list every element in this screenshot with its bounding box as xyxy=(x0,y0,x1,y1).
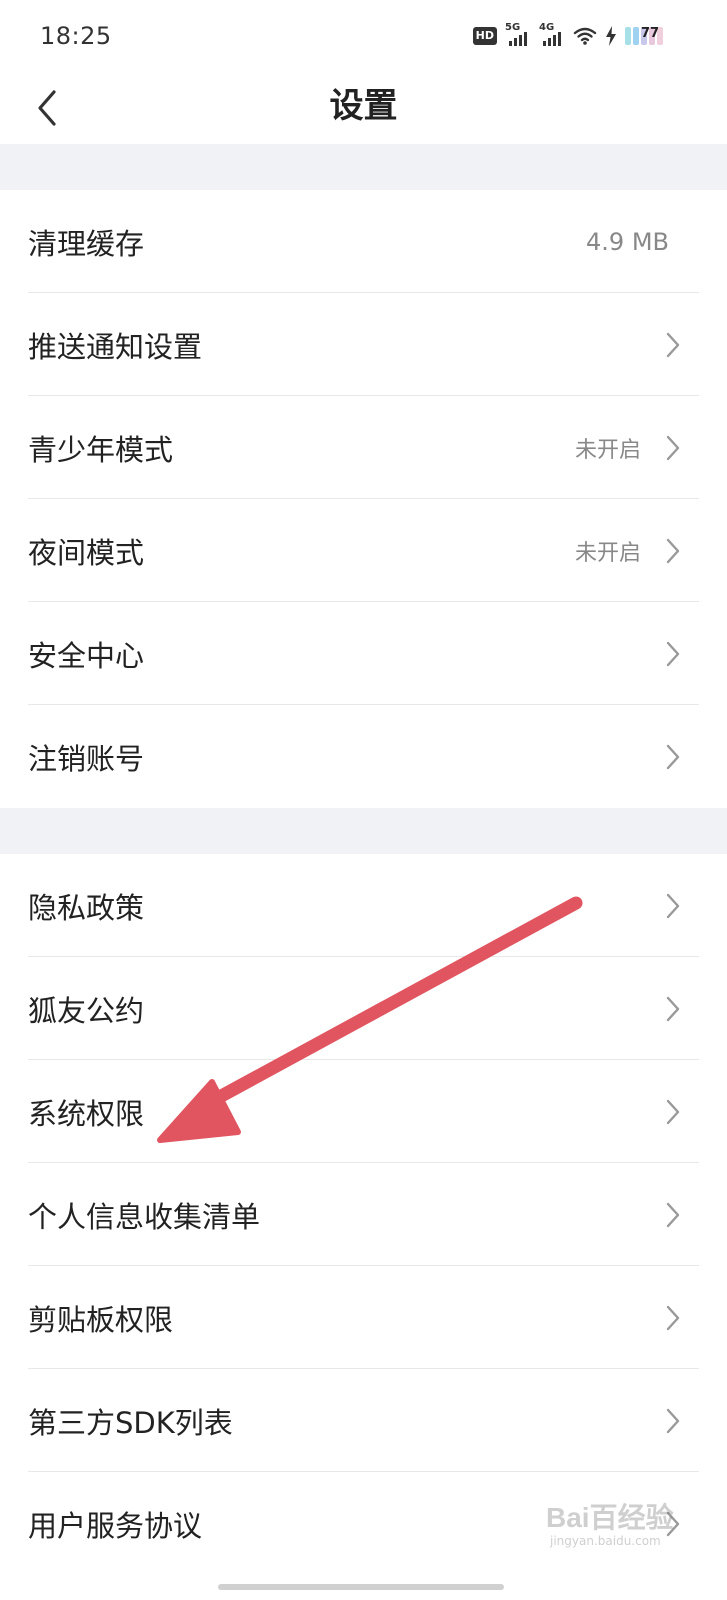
chevron-right-icon xyxy=(666,893,680,919)
setting-row-security-center[interactable]: 安全中心 xyxy=(0,602,727,705)
setting-row-delete-account[interactable]: 注销账号 xyxy=(0,705,727,808)
setting-label: 剪贴板权限 xyxy=(28,1302,174,1337)
chevron-right-icon xyxy=(666,538,680,564)
battery-icon: 77 xyxy=(625,26,677,46)
signal-5g-label: 5G xyxy=(505,22,521,33)
section-divider xyxy=(0,144,727,190)
setting-label: 夜间模式 xyxy=(28,535,145,570)
setting-row-system-permissions[interactable]: 系统权限 xyxy=(0,1060,727,1163)
status-time: 18:25 xyxy=(40,22,112,50)
setting-row-clipboard-permission[interactable]: 剪贴板权限 xyxy=(0,1266,727,1369)
signal-5g-icon: 5G xyxy=(505,22,531,46)
setting-label: 狐友公约 xyxy=(28,993,145,1028)
chevron-right-icon xyxy=(666,1099,680,1125)
section-divider xyxy=(0,808,727,854)
setting-row-privacy-policy[interactable]: 隐私政策 xyxy=(0,854,727,957)
signal-4g-label: 4G xyxy=(539,22,555,33)
setting-label: 隐私政策 xyxy=(28,890,145,925)
signal-4g-icon: 4G xyxy=(539,22,565,46)
setting-row-night-mode[interactable]: 夜间模式 未开启 xyxy=(0,499,727,602)
night-mode-status: 未开启 xyxy=(574,540,641,566)
setting-row-third-party-sdk[interactable]: 第三方SDK列表 xyxy=(0,1369,727,1472)
status-bar: 18:25 HD 5G 4G 77 xyxy=(0,0,727,70)
chevron-right-icon xyxy=(666,435,680,461)
setting-row-community-convention[interactable]: 狐友公约 xyxy=(0,957,727,1060)
setting-row-teen-mode[interactable]: 青少年模式 未开启 xyxy=(0,396,727,499)
baidu-watermark: Bai百经验 jingyan.baidu.com xyxy=(546,1490,706,1550)
setting-label: 推送通知设置 xyxy=(28,329,203,364)
page-title: 设置 xyxy=(329,86,398,126)
setting-row-personal-info-list[interactable]: 个人信息收集清单 xyxy=(0,1163,727,1266)
setting-label: 系统权限 xyxy=(28,1096,145,1131)
watermark-text: Bai百经验 xyxy=(546,1502,674,1533)
setting-label: 用户服务协议 xyxy=(28,1508,203,1543)
teen-mode-status: 未开启 xyxy=(574,437,641,463)
settings-group-general: 清理缓存 4.9 MB 推送通知设置 青少年模式 未开启 夜间模式 未开启 安全… xyxy=(0,190,727,808)
hd-icon: HD xyxy=(472,27,497,45)
setting-row-clear-cache[interactable]: 清理缓存 4.9 MB xyxy=(0,190,727,293)
chevron-right-icon xyxy=(666,744,680,770)
setting-label: 青少年模式 xyxy=(28,432,174,467)
charging-bolt-icon xyxy=(606,26,616,46)
chevron-right-icon xyxy=(666,996,680,1022)
title-bar: 设置 xyxy=(0,70,727,144)
chevron-right-icon xyxy=(666,332,680,358)
settings-group-legal: 隐私政策 狐友公约 系统权限 个人信息收集清单 剪贴板权限 第三方SDK列表 用… xyxy=(0,854,727,1575)
setting-label: 个人信息收集清单 xyxy=(28,1199,261,1234)
setting-row-push-notifications[interactable]: 推送通知设置 xyxy=(0,293,727,396)
home-indicator[interactable] xyxy=(218,1584,504,1590)
watermark-sub: jingyan.baidu.com xyxy=(550,1534,661,1548)
chevron-right-icon xyxy=(666,1202,680,1228)
setting-label: 注销账号 xyxy=(28,741,145,776)
setting-label: 第三方SDK列表 xyxy=(28,1405,233,1440)
chevron-right-icon xyxy=(666,641,680,667)
setting-label: 清理缓存 xyxy=(28,226,145,261)
status-icons: HD 5G 4G 77 xyxy=(472,22,677,46)
wifi-icon xyxy=(573,27,597,45)
chevron-right-icon xyxy=(666,1408,680,1434)
battery-level: 77 xyxy=(641,26,660,41)
cache-size-value: 4.9 MB xyxy=(586,227,669,256)
setting-label: 安全中心 xyxy=(28,638,145,673)
chevron-right-icon xyxy=(666,1305,680,1331)
